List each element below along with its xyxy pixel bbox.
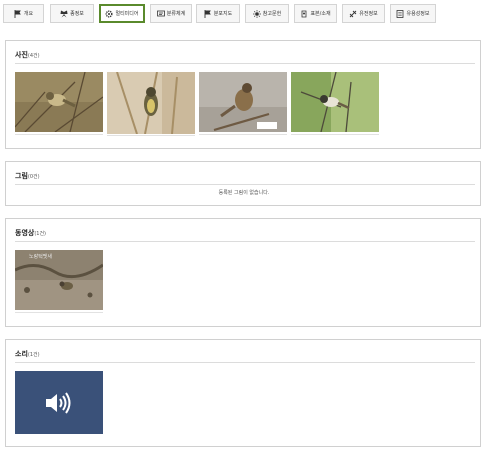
flag-icon	[204, 9, 212, 18]
video-title-overlay: 노랑턱멧새	[29, 254, 53, 260]
tab-bar: 개요 종정보 멀티미디어 분류체계 분포지도 참고문헌 표본/소재 유전정보 유…	[0, 0, 485, 30]
photo-thumbnail[interactable]	[107, 72, 195, 134]
videos-count: (1건)	[34, 231, 47, 237]
tab-label: 종정보	[70, 11, 84, 17]
document-icon	[396, 9, 404, 18]
tab-taxonomy[interactable]: 분류체계	[150, 4, 192, 23]
photos-count: (4건)	[27, 53, 40, 59]
videos-panel: 동영상(1건) 노랑턱멧새	[5, 218, 481, 327]
photo-thumbnail[interactable]	[15, 72, 103, 132]
divider	[15, 362, 475, 363]
tab-distribution-map[interactable]: 분포지도	[196, 4, 240, 23]
butterfly-icon	[60, 10, 68, 18]
drawings-panel: 그림(0건) 등록된 그림이 없습니다.	[5, 161, 481, 206]
tab-label: 멀티미디어	[115, 11, 139, 17]
tab-label: 분류체계	[166, 11, 186, 17]
tab-label: 유용성정보	[406, 11, 430, 17]
tab-usefulness-info[interactable]: 유용성정보	[390, 4, 436, 23]
tab-label: 개요	[23, 11, 34, 17]
drawings-title: 그림(0건)	[15, 172, 40, 180]
videos-title: 동영상(1건)	[15, 229, 47, 237]
divider	[15, 241, 475, 242]
gear-icon	[105, 10, 113, 18]
sounds-panel: 소리(1건)	[5, 339, 481, 447]
tree-icon	[156, 10, 165, 18]
tab-label: 유전정보	[359, 11, 378, 17]
drawings-count: (0건)	[27, 174, 40, 180]
caption-line	[107, 135, 195, 136]
empty-message: 등록된 그림이 없습니다.	[218, 190, 270, 196]
speaker-icon	[46, 391, 71, 414]
tab-multimedia[interactable]: 멀티미디어	[99, 4, 145, 23]
caption-line	[15, 312, 103, 313]
photos-title: 사진(4건)	[15, 51, 40, 59]
tab-overview[interactable]: 개요	[3, 4, 44, 23]
photo-thumbnail[interactable]	[199, 72, 287, 132]
caption-line	[199, 134, 287, 135]
sun-icon	[252, 9, 261, 18]
tab-genetic-info[interactable]: 유전정보	[342, 4, 385, 23]
divider	[15, 184, 475, 185]
caption-line	[15, 134, 103, 135]
dna-icon	[349, 10, 357, 18]
caption-line	[291, 134, 379, 135]
tab-references[interactable]: 참고문헌	[245, 4, 289, 23]
sounds-title: 소리(1건)	[15, 350, 40, 358]
tab-label: 참고문헌	[262, 11, 282, 17]
sound-player[interactable]	[15, 371, 103, 434]
photo-thumbnail[interactable]	[291, 72, 379, 132]
photos-panel: 사진(4건)	[5, 40, 481, 149]
divider	[15, 63, 475, 64]
tab-label: 표본/소재	[310, 11, 331, 17]
specimen-icon	[300, 10, 308, 18]
tab-label: 분포지도	[213, 11, 233, 17]
flag-icon	[14, 9, 22, 18]
video-thumbnail[interactable]: 노랑턱멧새	[15, 250, 103, 310]
tab-specimen[interactable]: 표본/소재	[294, 4, 337, 23]
tab-species-info[interactable]: 종정보	[50, 4, 94, 23]
sounds-count: (1건)	[27, 352, 40, 358]
